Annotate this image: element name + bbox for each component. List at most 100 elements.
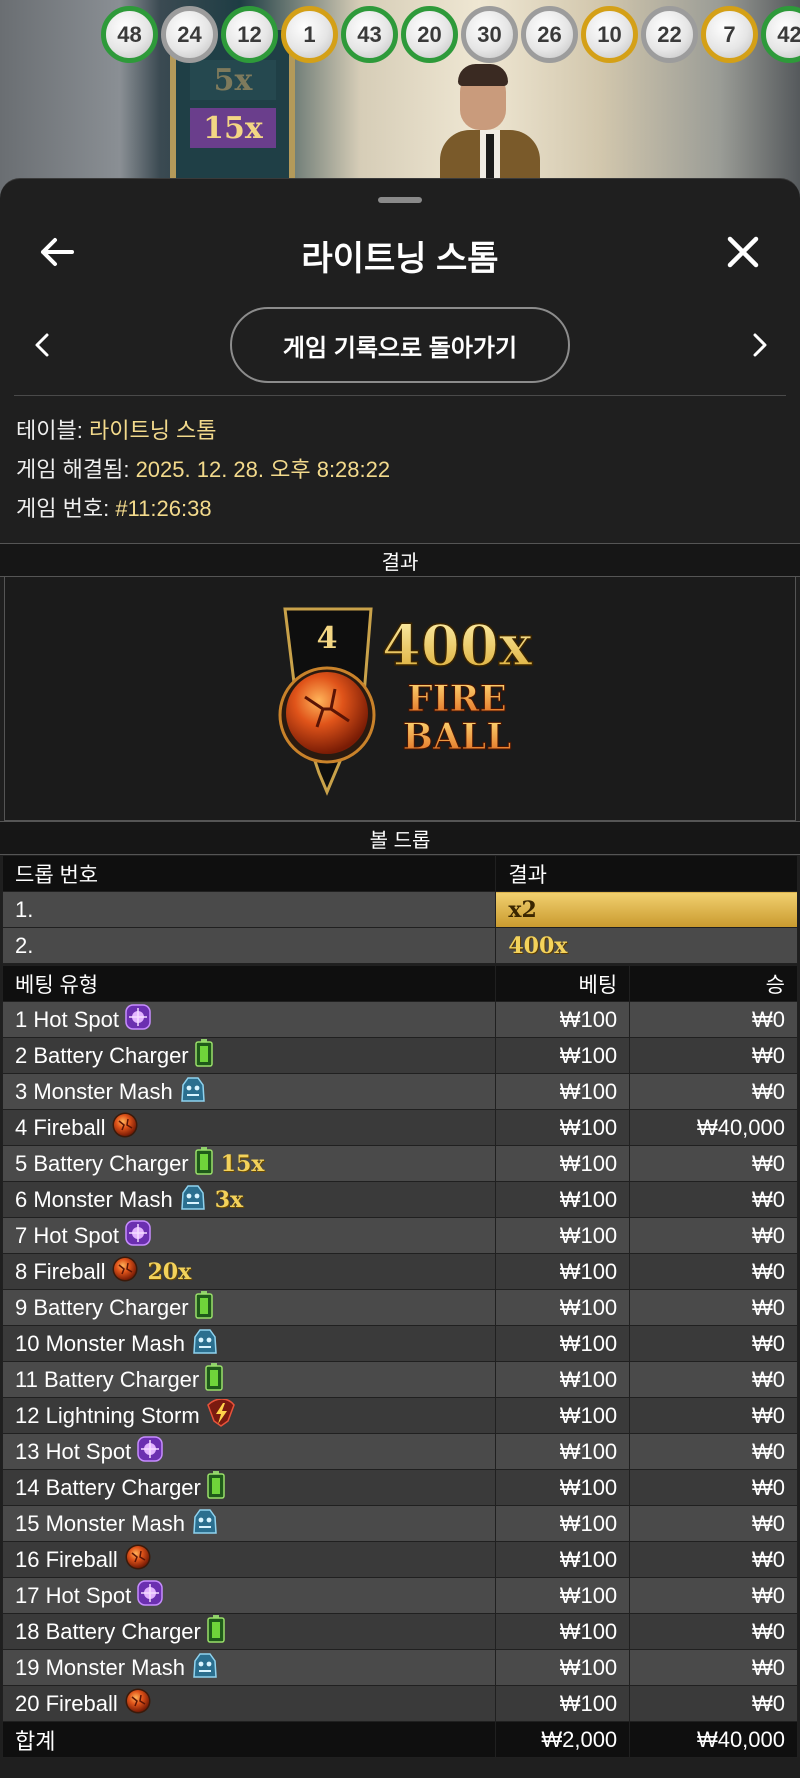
win-amount: ₩0 (629, 1325, 798, 1362)
lightning-icon (206, 1397, 236, 1433)
result-section-header: 결과 (0, 543, 800, 577)
bet-row: 3 Monster Mash ₩100 ₩0 (1, 1073, 798, 1110)
bet-row: 5 Battery Charger 15x ₩100 ₩0 (1, 1145, 798, 1182)
bet-row: 10 Monster Mash ₩100 ₩0 (1, 1325, 798, 1362)
wheel-cell-top: 5x (190, 60, 276, 100)
info-resolved-label: 게임 해결됨: (16, 457, 130, 482)
bet-type-cell: 11 Battery Charger (1, 1361, 497, 1398)
bet-type-cell: 20 Fireball (1, 1685, 497, 1722)
round-navigation: 게임 기록으로 돌아가기 (0, 307, 800, 383)
bet-type-cell: 1 Hot Spot (1, 1001, 497, 1038)
result-multiplier: 400x (382, 613, 533, 679)
bet-type-label: 9 Battery Charger (15, 1294, 189, 1320)
col-drop-number: 드롭 번호 (1, 855, 497, 892)
bet-row: 4 Fireball ₩100 ₩40,000 (1, 1109, 798, 1146)
bet-amount: ₩100 (495, 1073, 631, 1110)
win-amount: ₩0 (629, 1181, 798, 1218)
bet-row: 2 Battery Charger ₩100 ₩0 (1, 1037, 798, 1074)
bet-type-label: 20 Fireball (15, 1690, 118, 1716)
bet-type-label: 10 Monster Mash (15, 1330, 185, 1356)
drawn-ball: 30 (461, 6, 518, 63)
bet-type-cell: 6 Monster Mash 3x (1, 1181, 497, 1218)
monster-icon (191, 1651, 219, 1685)
bet-amount: ₩100 (495, 1613, 631, 1650)
sheet-drag-handle[interactable] (378, 197, 422, 203)
win-amount: ₩0 (629, 1361, 798, 1398)
bet-amount: ₩100 (495, 1253, 631, 1290)
battery-icon (194, 1038, 213, 1073)
bet-row: 1 Hot Spot ₩100 ₩0 (1, 1001, 798, 1038)
drop-result: x2 (495, 891, 798, 928)
battery-icon (194, 1146, 213, 1181)
drawn-ball: 7 (701, 6, 758, 63)
sheet-header: 라이트닝 스톰 (0, 217, 800, 287)
ball-drop-table: 드롭 번호 결과 1. x2 2. 400x (1, 855, 798, 964)
bet-row: 17 Hot Spot ₩100 ₩0 (1, 1577, 798, 1614)
back-to-history-button[interactable]: 게임 기록으로 돌아가기 (230, 307, 570, 383)
drawn-ball: 1 (281, 6, 338, 63)
bet-amount: ₩100 (495, 1145, 631, 1182)
monster-icon (179, 1075, 207, 1109)
bet-type-cell: 9 Battery Charger (1, 1289, 497, 1326)
chevron-left-icon[interactable] (22, 325, 62, 365)
win-amount: ₩0 (629, 1469, 798, 1506)
fireball-icon (124, 1687, 152, 1721)
battery-icon (205, 1362, 223, 1397)
bet-type-label: 7 Hot Spot (15, 1222, 119, 1248)
bet-type-label: 12 Lightning Storm (15, 1402, 200, 1428)
bet-type-cell: 16 Fireball (1, 1541, 497, 1578)
bet-row: 16 Fireball ₩100 ₩0 (1, 1541, 798, 1578)
drawn-ball: 43 (341, 6, 398, 63)
fireball-result-graphic: 4 400x FIRE BALL (278, 607, 534, 796)
bet-amount: ₩100 (495, 1181, 631, 1218)
bet-type-cell: 14 Battery Charger (1, 1469, 497, 1506)
ball-drop-row: 1. x2 (1, 891, 798, 928)
bet-amount: ₩100 (495, 1037, 631, 1074)
divider (14, 395, 786, 396)
col-bet-type: 베팅 유형 (1, 965, 497, 1002)
info-table-label: 테이블: (16, 418, 83, 443)
bet-type-label: 18 Battery Charger (15, 1618, 201, 1644)
bet-type-label: 19 Monster Mash (15, 1654, 185, 1680)
hot-spot-icon (137, 1435, 163, 1468)
drawn-ball: 20 (401, 6, 458, 63)
bet-amount: ₩100 (495, 1325, 631, 1362)
drawn-balls-strip: 48 24 12 1 43 20 30 26 10 22 7 42 (101, 6, 800, 63)
ball-drop-header-row: 드롭 번호 결과 (1, 855, 798, 892)
drawn-ball: 10 (581, 6, 638, 63)
hot-spot-icon (125, 1003, 151, 1036)
win-amount: ₩0 (629, 1037, 798, 1074)
battery-icon (207, 1470, 225, 1505)
bet-type-label: 6 Monster Mash (15, 1186, 173, 1212)
bet-row: 19 Monster Mash ₩100 ₩0 (1, 1649, 798, 1686)
chevron-right-icon[interactable] (740, 325, 780, 365)
bet-row: 18 Battery Charger ₩100 ₩0 (1, 1613, 798, 1650)
bet-amount: ₩100 (495, 1109, 631, 1146)
bet-type-cell: 8 Fireball 20x (1, 1253, 497, 1290)
bet-multiplier: 15x (220, 1150, 265, 1177)
info-number-label: 게임 번호: (16, 496, 110, 521)
win-amount: ₩0 (629, 1505, 798, 1542)
bet-type-label: 1 Hot Spot (15, 1006, 119, 1032)
col-win-amount: 승 (629, 965, 798, 1002)
drawn-ball: 42 (761, 6, 800, 63)
win-amount: ₩0 (629, 1397, 798, 1434)
bet-type-cell: 4 Fireball (1, 1109, 497, 1146)
bet-amount: ₩100 (495, 1577, 631, 1614)
info-number-value: #11:26:38 (115, 496, 212, 521)
live-video-background: 5x 15x 48 24 12 1 43 20 30 26 10 22 7 42 (0, 0, 800, 200)
bet-amount: ₩100 (495, 1001, 631, 1038)
info-number-line: 게임 번호: #11:26:38 (16, 489, 390, 528)
bet-multiplier: 3x (214, 1186, 244, 1213)
win-amount: ₩0 (629, 1649, 798, 1686)
drawn-ball: 48 (101, 6, 158, 63)
result-name-line2: BALL (403, 716, 512, 758)
bet-row: 6 Monster Mash 3x ₩100 ₩0 (1, 1181, 798, 1218)
bet-type-label: 13 Hot Spot (15, 1438, 132, 1464)
bet-row: 20 Fireball ₩100 ₩0 (1, 1685, 798, 1722)
bet-type-label: 15 Monster Mash (15, 1510, 185, 1536)
bet-type-label: 2 Battery Charger (15, 1042, 189, 1068)
bet-type-cell: 10 Monster Mash (1, 1325, 497, 1362)
bet-type-cell: 12 Lightning Storm (1, 1397, 497, 1434)
close-icon[interactable] (718, 229, 768, 275)
